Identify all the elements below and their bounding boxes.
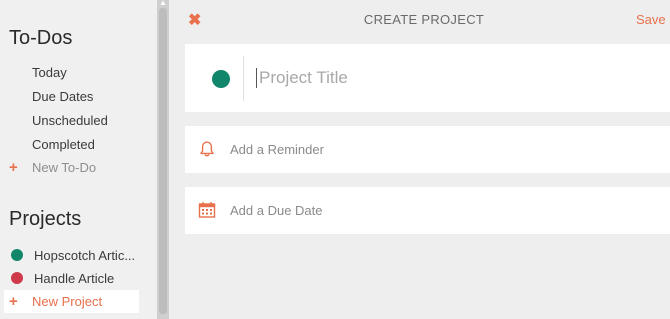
- plus-icon: +: [9, 159, 18, 176]
- save-button[interactable]: Save: [636, 12, 666, 27]
- sidebar-item-today[interactable]: Today: [32, 65, 67, 80]
- add-due-date-label: Add a Due Date: [230, 203, 323, 218]
- project-color-dot: [11, 272, 23, 284]
- bell-icon: [200, 141, 214, 157]
- calendar-icon: [198, 202, 216, 218]
- sidebar-project-item[interactable]: Handle Article: [9, 267, 114, 289]
- sidebar-item-due-dates[interactable]: Due Dates: [32, 89, 93, 104]
- plus-icon: +: [9, 293, 18, 310]
- project-label: Hopscotch Artic...: [34, 247, 136, 263]
- page-title: CREATE PROJECT: [363, 12, 485, 27]
- scroll-up-arrow-icon[interactable]: ▲: [158, 0, 168, 7]
- sidebar-item-unscheduled[interactable]: Unscheduled: [32, 113, 108, 128]
- project-label: Handle Article: [34, 270, 115, 286]
- projects-section-title: Projects: [9, 208, 82, 230]
- new-todo-button[interactable]: + New To-Do: [9, 159, 96, 176]
- project-title-card: [185, 44, 670, 112]
- project-color-picker[interactable]: [212, 70, 230, 88]
- app-window: To-Dos Today Due Dates Unscheduled Compl…: [0, 0, 670, 319]
- add-reminder-label: Add a Reminder: [230, 142, 324, 157]
- todos-section-title: To-Dos: [9, 27, 73, 49]
- new-project-button[interactable]: + New Project: [4, 290, 139, 313]
- scrollbar-thumb[interactable]: [159, 8, 167, 314]
- add-reminder-row[interactable]: Add a Reminder: [185, 126, 670, 173]
- new-todo-label: New To-Do: [32, 160, 97, 175]
- project-title-input[interactable]: [259, 64, 659, 92]
- sidebar: To-Dos Today Due Dates Unscheduled Compl…: [0, 0, 157, 319]
- divider: [243, 56, 244, 101]
- text-caret: [256, 68, 257, 88]
- sidebar-item-completed[interactable]: Completed: [32, 137, 95, 152]
- add-due-date-row[interactable]: Add a Due Date: [185, 187, 670, 234]
- project-color-dot: [11, 249, 23, 261]
- sidebar-project-item[interactable]: Hopscotch Artic...: [9, 244, 135, 266]
- create-project-panel: ✖ CREATE PROJECT Save Add a Reminder: [169, 0, 670, 319]
- new-project-label: New Project: [32, 294, 103, 309]
